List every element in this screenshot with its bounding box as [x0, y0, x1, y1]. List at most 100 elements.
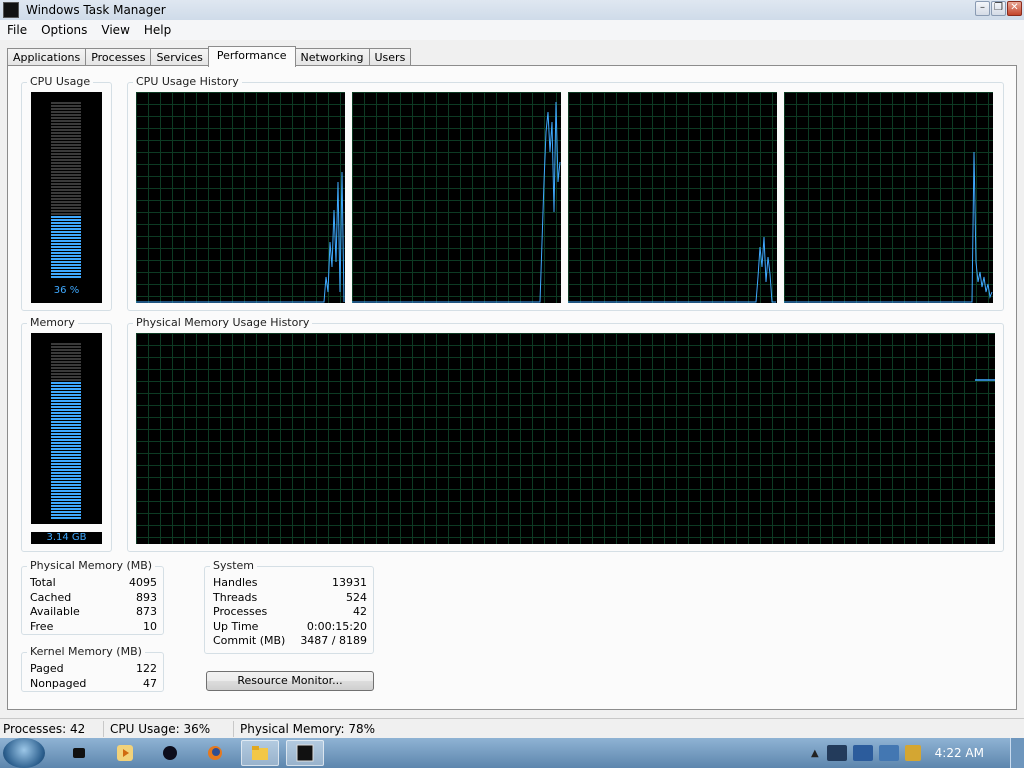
meter-segment-off	[51, 373, 81, 375]
network-tray-icon[interactable]	[852, 745, 873, 761]
tab-strip: Applications Processes Services Performa…	[7, 46, 412, 67]
firefox-icon[interactable]	[196, 740, 234, 766]
start-button[interactable]	[3, 738, 45, 768]
memory-meter	[31, 333, 102, 524]
stat-available-value: 873	[136, 605, 157, 618]
windows-media-icon[interactable]	[106, 740, 144, 766]
task-manager-icon	[3, 2, 19, 18]
meter-segment-lit	[51, 243, 81, 245]
meter-segment-off	[51, 201, 81, 203]
meter-segment-off	[51, 159, 81, 161]
menu-file[interactable]: File	[0, 23, 34, 37]
meter-segment-off	[51, 144, 81, 146]
kernel-memory-group: Kernel Memory (MB) Paged 122 Nonpaged 47	[21, 645, 164, 692]
meter-segment-lit	[51, 273, 81, 275]
meter-segment-lit	[51, 517, 81, 519]
menu-help[interactable]: Help	[137, 23, 178, 37]
meter-segment-off	[51, 183, 81, 185]
meter-segment-off	[51, 198, 81, 200]
tray-expand-icon[interactable]: ▲	[811, 748, 819, 759]
meter-segment-off	[51, 111, 81, 113]
resource-monitor-button[interactable]: Resource Monitor...	[206, 671, 374, 691]
meter-segment-lit	[51, 409, 81, 411]
task-manager-taskbar-icon[interactable]	[286, 740, 324, 766]
stat-handles-value: 13931	[332, 576, 367, 589]
status-cpu: CPU Usage: 36%	[104, 720, 234, 737]
cpu-core-graph-2	[352, 92, 561, 303]
meter-segment-lit	[51, 412, 81, 414]
cpu-tray-icon[interactable]	[826, 745, 847, 761]
meter-segment-lit	[51, 249, 81, 251]
meter-segment-off	[51, 114, 81, 116]
stat-total-value: 4095	[129, 576, 157, 589]
meter-segment-lit	[51, 240, 81, 242]
meter-segment-off	[51, 150, 81, 152]
stat-processes-label: Processes	[213, 605, 268, 618]
stat-nonpaged-label: Nonpaged	[30, 676, 87, 690]
explorer-icon[interactable]	[151, 740, 189, 766]
meter-segment-lit	[51, 258, 81, 260]
meter-segment-lit	[51, 502, 81, 504]
meter-segment-lit	[51, 436, 81, 438]
meter-segment-lit	[51, 511, 81, 513]
maximize-button[interactable]: ❐	[991, 1, 1006, 16]
meter-segment-off	[51, 346, 81, 348]
meter-segment-lit	[51, 490, 81, 492]
meter-segment-lit	[51, 445, 81, 447]
stat-threads-value: 524	[346, 590, 367, 604]
menu-bar: File Options View Help	[0, 20, 1024, 40]
meter-segment-off	[51, 156, 81, 158]
meter-segment-off	[51, 129, 81, 131]
physical-memory-group: Physical Memory (MB) Total 4095 Cached 893…	[21, 559, 164, 635]
minimize-button[interactable]: –	[975, 1, 990, 16]
meter-segment-off	[51, 343, 81, 345]
volume-tray-icon[interactable]	[904, 745, 921, 761]
meter-segment-off	[51, 210, 81, 212]
monitor-tray-icon[interactable]	[878, 745, 899, 761]
meter-segment-off	[51, 355, 81, 357]
folder-icon[interactable]	[241, 740, 279, 766]
meter-segment-lit	[51, 385, 81, 387]
meter-segment-off	[51, 195, 81, 197]
meter-segment-lit	[51, 252, 81, 254]
meter-segment-lit	[51, 276, 81, 278]
clock[interactable]: 4:22 AM	[935, 746, 984, 760]
media-player-icon[interactable]	[61, 740, 99, 766]
meter-segment-off	[51, 204, 81, 206]
menu-options[interactable]: Options	[34, 23, 94, 37]
meter-segment-off	[51, 361, 81, 363]
meter-segment-lit	[51, 403, 81, 405]
meter-segment-lit	[51, 508, 81, 510]
meter-segment-lit	[51, 382, 81, 384]
title-bar: Windows Task Manager – ❐ ✕	[0, 0, 1024, 20]
meter-segment-off	[51, 165, 81, 167]
taskbar: ▲ 4:22 AM	[0, 738, 1024, 768]
meter-segment-off	[51, 186, 81, 188]
memory-history-group: Physical Memory Usage History	[127, 316, 1004, 552]
stat-paged-label: Paged	[30, 662, 64, 675]
close-button[interactable]: ✕	[1007, 1, 1022, 16]
system-label: System	[210, 559, 258, 572]
meter-segment-lit	[51, 448, 81, 450]
stat-nonpaged-value: 47	[143, 676, 157, 690]
meter-segment-off	[51, 153, 81, 155]
cpu-core-graph-3	[568, 92, 777, 303]
meter-segment-off	[51, 207, 81, 209]
show-desktop-button[interactable]	[1010, 738, 1024, 768]
menu-view[interactable]: View	[94, 23, 136, 37]
performance-panel: CPU Usage 36 % CPU Usage History Memory …	[7, 65, 1017, 710]
cpu-usage-group: CPU Usage 36 %	[21, 75, 112, 311]
meter-segment-off	[51, 358, 81, 360]
cpu-core-graph-4	[784, 92, 993, 303]
meter-segment-lit	[51, 481, 81, 483]
meter-segment-lit	[51, 484, 81, 486]
stat-total-label: Total	[30, 576, 56, 589]
meter-segment-off	[51, 213, 81, 215]
meter-segment-off	[51, 105, 81, 107]
stat-free-value: 10	[143, 619, 157, 633]
physical-memory-label: Physical Memory (MB)	[27, 559, 156, 572]
meter-segment-lit	[51, 472, 81, 474]
meter-segment-off	[51, 379, 81, 381]
meter-segment-off	[51, 168, 81, 170]
tab-performance[interactable]: Performance	[207, 46, 296, 67]
